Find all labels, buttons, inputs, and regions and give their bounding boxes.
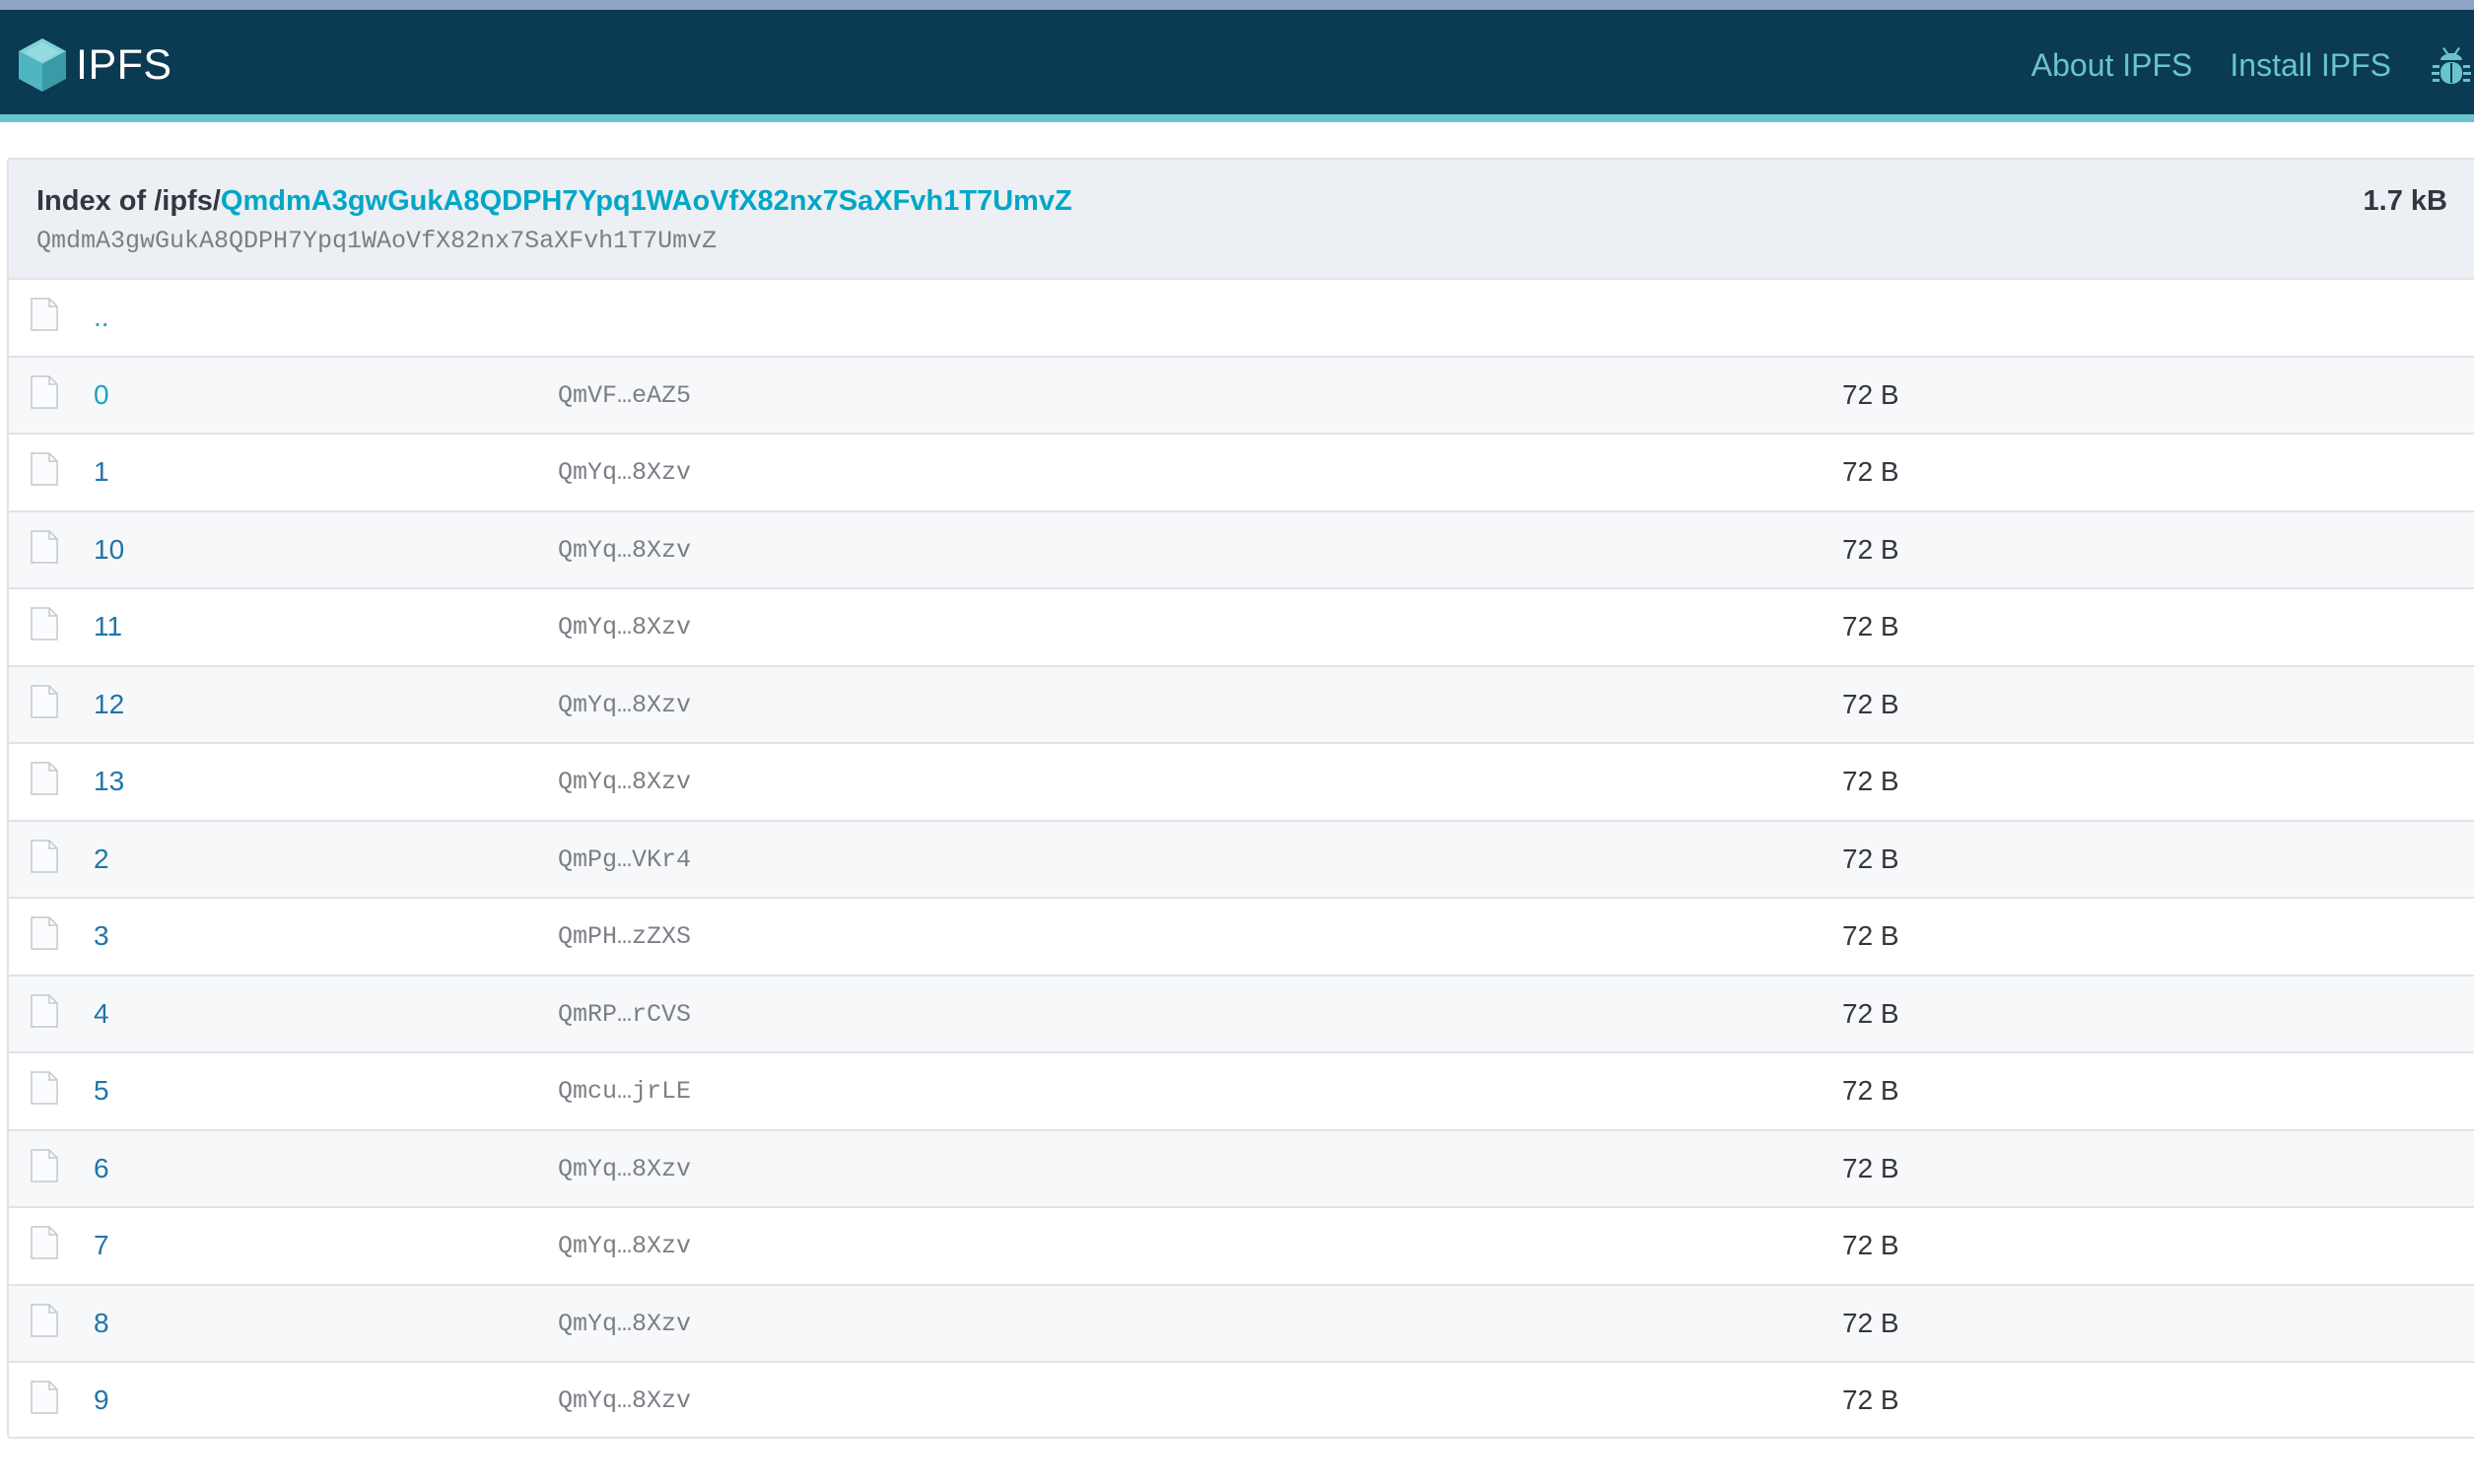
file-icon: [31, 298, 58, 331]
file-hash[interactable]: QmVF…eAZ5: [558, 381, 691, 410]
file-name-link[interactable]: 0: [94, 379, 109, 411]
index-title: Index of /ipfs/QmdmA3gwGukA8QDPH7Ypq1WAo…: [36, 185, 1072, 218]
file-name-link[interactable]: 4: [94, 998, 109, 1030]
listing-header: Index of /ipfs/QmdmA3gwGukA8QDPH7Ypq1WAo…: [9, 160, 2474, 280]
file-name-link[interactable]: 5: [94, 1075, 109, 1107]
file-hash[interactable]: QmPH…zZXS: [558, 922, 691, 951]
file-rows: .. 0 QmVF…eAZ5 72 B 1 QmYq…8Xzv 72 B 10 …: [9, 280, 2474, 1437]
table-row: 8 QmYq…8Xzv 72 B: [9, 1285, 2474, 1363]
bug-report-icon[interactable]: [2429, 41, 2474, 89]
file-name-link[interactable]: 9: [94, 1384, 109, 1416]
file-icon: [31, 993, 58, 1028]
table-row: 4 QmRP…rCVS 72 B: [9, 976, 2474, 1053]
file-icon: [31, 1303, 58, 1337]
file-size: 72 B: [1842, 378, 1899, 410]
file-size: 72 B: [1842, 1152, 1899, 1183]
file-name-link[interactable]: 8: [94, 1308, 109, 1339]
file-icon: [31, 916, 58, 950]
ipfs-cube-icon: [19, 38, 66, 92]
top-strip: [0, 0, 2474, 10]
file-name-link[interactable]: 6: [94, 1153, 109, 1184]
cid-link[interactable]: QmdmA3gwGukA8QDPH7Ypq1WAoVfX82nx7SaXFvh1…: [221, 185, 1072, 217]
file-size: 72 B: [1842, 1075, 1899, 1106]
table-row: 0 QmVF…eAZ5 72 B: [9, 357, 2474, 435]
file-name-link[interactable]: 2: [94, 843, 109, 875]
header-nav: About IPFS Install IPFS: [2031, 34, 2474, 97]
file-hash[interactable]: Qmcu…jrLE: [558, 1077, 691, 1106]
table-row: ..: [9, 280, 2474, 358]
table-row: 1 QmYq…8Xzv 72 B: [9, 435, 2474, 512]
file-name-link[interactable]: 11: [94, 611, 122, 642]
table-row: 13 QmYq…8Xzv 72 B: [9, 744, 2474, 822]
table-row: 7 QmYq…8Xzv 72 B: [9, 1208, 2474, 1286]
file-icon: [31, 1226, 58, 1259]
file-icon: [31, 762, 58, 795]
file-size: 72 B: [1842, 611, 1899, 641]
table-row: 3 QmPH…zZXS 72 B: [9, 899, 2474, 977]
file-size: 72 B: [1842, 1384, 1899, 1415]
table-row: 10 QmYq…8Xzv 72 B: [9, 511, 2474, 589]
file-hash[interactable]: QmYq…8Xzv: [558, 613, 691, 641]
file-hash[interactable]: QmPg…VKr4: [558, 845, 691, 874]
file-hash[interactable]: QmYq…8Xzv: [558, 1155, 691, 1183]
file-icon: [31, 374, 58, 409]
table-row: 11 QmYq…8Xzv 72 B: [9, 589, 2474, 667]
table-row: 6 QmYq…8Xzv 72 B: [9, 1130, 2474, 1208]
file-hash[interactable]: QmRP…rCVS: [558, 1000, 691, 1029]
about-ipfs-link[interactable]: About IPFS: [2031, 47, 2193, 84]
install-ipfs-link[interactable]: Install IPFS: [2230, 47, 2391, 84]
file-size: 72 B: [1842, 920, 1899, 951]
table-row: 9 QmYq…8Xzv 72 B: [9, 1363, 2474, 1437]
file-size: 72 B: [1842, 688, 1899, 719]
file-icon: [31, 1148, 58, 1182]
file-name-link[interactable]: 7: [94, 1230, 109, 1261]
file-hash[interactable]: QmYq…8Xzv: [558, 458, 691, 487]
file-size: 72 B: [1842, 997, 1899, 1029]
file-name-link[interactable]: 1: [94, 456, 109, 488]
file-hash[interactable]: QmYq…8Xzv: [558, 536, 691, 565]
file-name-link[interactable]: 13: [94, 766, 124, 797]
table-row: 12 QmYq…8Xzv 72 B: [9, 666, 2474, 744]
file-name-link[interactable]: 3: [94, 920, 109, 952]
file-icon: [31, 839, 58, 873]
file-icon: [31, 684, 58, 718]
logo-text: IPFS: [76, 40, 172, 89]
parent-directory-link[interactable]: ..: [94, 302, 109, 333]
file-size: 72 B: [1842, 1307, 1899, 1338]
file-hash[interactable]: QmYq…8Xzv: [558, 691, 691, 719]
file-size: 72 B: [1842, 843, 1899, 874]
file-size: 72 B: [1842, 766, 1899, 796]
file-name-link[interactable]: 12: [94, 689, 124, 720]
index-prefix: Index of /ipfs/: [36, 185, 221, 217]
file-hash[interactable]: QmYq…8Xzv: [558, 1232, 691, 1260]
table-row: 5 Qmcu…jrLE 72 B: [9, 1053, 2474, 1131]
total-size: 1.7 kB: [2363, 185, 2447, 217]
file-size: 72 B: [1842, 1230, 1899, 1260]
file-icon: [31, 529, 58, 564]
file-hash[interactable]: QmYq…8Xzv: [558, 768, 691, 796]
file-icon: [31, 1071, 58, 1105]
file-icon: [31, 452, 58, 486]
directory-listing: Index of /ipfs/QmdmA3gwGukA8QDPH7Ypq1WAo…: [7, 158, 2474, 1439]
site-header: IPFS About IPFS Install IPFS: [0, 10, 2474, 122]
file-icon: [31, 607, 58, 641]
file-size: 72 B: [1842, 533, 1899, 565]
table-row: 2 QmPg…VKr4 72 B: [9, 821, 2474, 899]
ipfs-logo[interactable]: IPFS: [17, 35, 172, 95]
file-hash[interactable]: QmYq…8Xzv: [558, 1310, 691, 1338]
file-hash[interactable]: QmYq…8Xzv: [558, 1386, 691, 1415]
file-icon: [31, 1381, 58, 1414]
file-size: 72 B: [1842, 456, 1899, 487]
file-name-link[interactable]: 10: [94, 534, 124, 566]
cid-hash: QmdmA3gwGukA8QDPH7Ypq1WAoVfX82nx7SaXFvh1…: [36, 227, 718, 255]
